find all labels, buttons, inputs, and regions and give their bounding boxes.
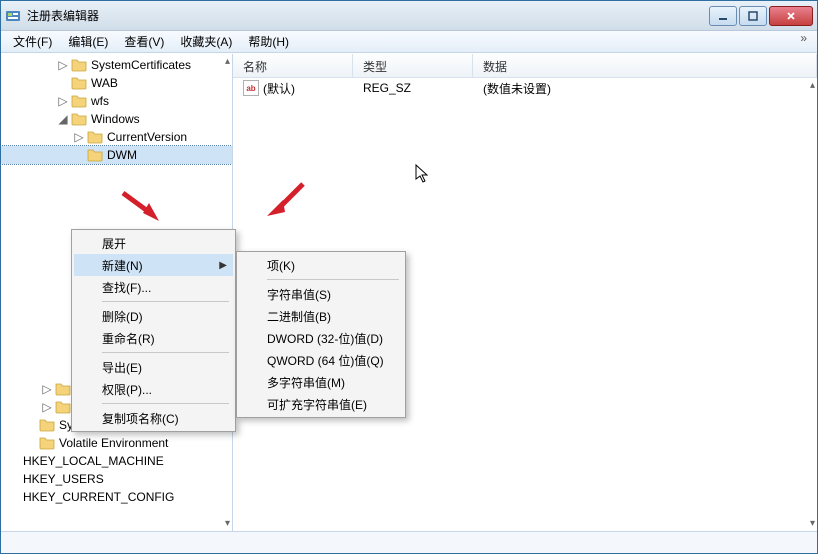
ctx-new-dword[interactable]: DWORD (32-位)值(D): [239, 327, 403, 349]
folder-icon: [71, 93, 87, 109]
list-scroll-down-icon[interactable]: ▾: [810, 518, 815, 529]
ctx-new-binary[interactable]: 二进制值(B): [239, 305, 403, 327]
ctx-rename[interactable]: 重命名(R): [74, 327, 233, 349]
tree-item[interactable]: HKEY_LOCAL_MACHINE: [1, 452, 232, 470]
tree-item-label: HKEY_LOCAL_MACHINE: [23, 454, 164, 468]
tree-item[interactable]: ▷ SystemCertificates: [1, 56, 232, 74]
window-title: 注册表编辑器: [27, 7, 709, 24]
tree-item-label: DWM: [107, 148, 137, 162]
value-name-cell: ab (默认): [233, 80, 353, 97]
separator: [102, 301, 229, 302]
tree-item[interactable]: ▷ CurrentVersion: [1, 128, 232, 146]
tree-item[interactable]: WAB: [1, 74, 232, 92]
menu-file[interactable]: 文件(F): [5, 31, 60, 52]
menu-view[interactable]: 查看(V): [116, 31, 172, 52]
content-area: ▷ SystemCertificates WAB ▷ wfs ◢ Windows ▷ Curre…: [1, 53, 817, 531]
tree-item[interactable]: ▷ wfs: [1, 92, 232, 110]
tree-item-label: Windows: [91, 112, 140, 126]
collapse-icon[interactable]: ◢: [55, 112, 71, 126]
ctx-new-qword[interactable]: QWORD (64 位)值(Q): [239, 349, 403, 371]
ctx-new-key[interactable]: 项(K): [239, 254, 403, 276]
new-submenu: 项(K) 字符串值(S) 二进制值(B) DWORD (32-位)值(D) QW…: [236, 251, 406, 418]
tree-item[interactable]: DWM: [1, 146, 232, 164]
tree-item-label: SystemCertificates: [91, 58, 191, 72]
tree-item[interactable]: ◢ Windows: [1, 110, 232, 128]
folder-icon: [55, 381, 71, 397]
folder-icon: [87, 147, 103, 163]
ctx-permissions[interactable]: 权限(P)...: [74, 378, 233, 400]
menubar-overflow-icon: »: [795, 31, 813, 52]
col-header-type[interactable]: 类型: [353, 54, 473, 77]
expand-icon[interactable]: ▷: [55, 58, 71, 72]
menu-edit[interactable]: 编辑(E): [60, 31, 116, 52]
value-type-cell: REG_SZ: [353, 81, 473, 95]
list-row[interactable]: ab (默认) REG_SZ (数值未设置): [233, 78, 817, 98]
ctx-new-string[interactable]: 字符串值(S): [239, 283, 403, 305]
col-header-data[interactable]: 数据: [473, 54, 817, 77]
tree-item-label: CurrentVersion: [107, 130, 187, 144]
ctx-find[interactable]: 查找(F)...: [74, 276, 233, 298]
expand-icon[interactable]: ▷: [71, 130, 87, 144]
tree-scroll-down-icon[interactable]: ▾: [225, 518, 230, 529]
list-header: 名称 类型 数据: [233, 54, 817, 78]
separator: [102, 403, 229, 404]
maximize-button[interactable]: [739, 6, 767, 26]
tree-item[interactable]: HKEY_CURRENT_CONFIG: [1, 488, 232, 506]
tree-item-label: HKEY_CURRENT_CONFIG: [23, 490, 174, 504]
ctx-delete[interactable]: 删除(D): [74, 305, 233, 327]
titlebar: 注册表编辑器: [1, 1, 817, 31]
folder-icon: [55, 399, 71, 415]
ctx-new-multistring[interactable]: 多字符串值(M): [239, 371, 403, 393]
separator: [267, 279, 399, 280]
col-header-name[interactable]: 名称: [233, 54, 353, 77]
ctx-export[interactable]: 导出(E): [74, 356, 233, 378]
close-button[interactable]: [769, 6, 813, 26]
folder-icon: [87, 129, 103, 145]
expand-icon[interactable]: ▷: [39, 382, 55, 396]
menu-favorites[interactable]: 收藏夹(A): [172, 31, 240, 52]
tree-item-label: WAB: [91, 76, 118, 90]
ctx-new[interactable]: 新建(N)▶: [74, 254, 233, 276]
menubar: 文件(F) 编辑(E) 查看(V) 收藏夹(A) 帮助(H) »: [1, 31, 817, 53]
string-value-icon: ab: [243, 80, 259, 96]
folder-icon: [71, 111, 87, 127]
tree-item-label: HKEY_USERS: [23, 472, 104, 486]
tree-context-menu: 展开 新建(N)▶ 查找(F)... 删除(D) 重命名(R) 导出(E) 权限…: [71, 229, 236, 432]
menu-help[interactable]: 帮助(H): [240, 31, 297, 52]
tree-item-label: Volatile Environment: [59, 436, 168, 450]
registry-editor-window: 注册表编辑器 文件(F) 编辑(E) 查看(V) 收藏夹(A) 帮助(H) » …: [0, 0, 818, 554]
value-data-cell: (数值未设置): [473, 80, 817, 97]
list-scroll-up-icon[interactable]: ▴: [810, 80, 815, 91]
expand-icon[interactable]: ▷: [39, 400, 55, 414]
folder-icon: [71, 75, 87, 91]
value-name-label: (默认): [263, 80, 295, 97]
separator: [102, 352, 229, 353]
statusbar: [1, 531, 817, 553]
ctx-copy-key-name[interactable]: 复制项名称(C): [74, 407, 233, 429]
tree-scroll-up-icon[interactable]: ▴: [225, 56, 230, 67]
ctx-expand[interactable]: 展开: [74, 232, 233, 254]
tree-item[interactable]: HKEY_USERS: [1, 470, 232, 488]
minimize-button[interactable]: [709, 6, 737, 26]
tree-item-label: wfs: [91, 94, 109, 108]
window-buttons: [709, 6, 813, 26]
folder-icon: [39, 417, 55, 433]
tree-item[interactable]: Volatile Environment: [1, 434, 232, 452]
app-icon: [5, 8, 21, 24]
expand-icon[interactable]: ▷: [55, 94, 71, 108]
ctx-new-expandstring[interactable]: 可扩充字符串值(E): [239, 393, 403, 415]
submenu-arrow-icon: ▶: [219, 260, 227, 271]
folder-icon: [71, 57, 87, 73]
folder-icon: [39, 435, 55, 451]
